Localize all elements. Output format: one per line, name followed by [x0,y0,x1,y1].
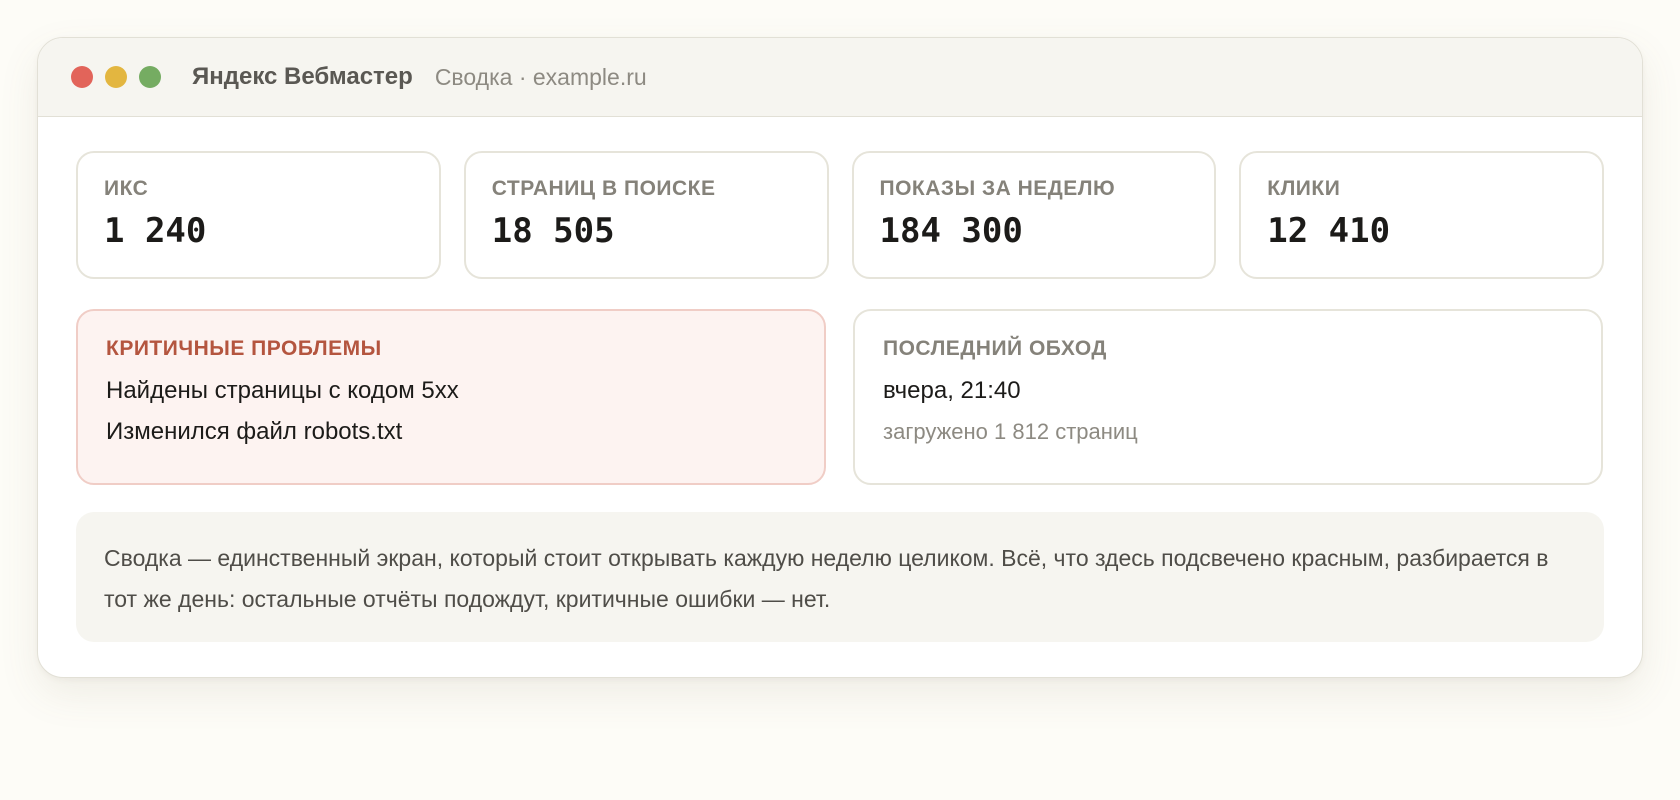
critical-issues-title: КРИТИЧНЫЕ ПРОБЛЕМЫ [106,337,382,360]
panels-row: КРИТИЧНЫЕ ПРОБЛЕМЫ Найдены страницы с ко… [76,309,1604,485]
stat-value: 18 505 [491,211,615,251]
title-bar: Яндекс Вебмастер Сводка · example.ru [38,38,1642,117]
stat-value: 1 240 [104,211,207,251]
stat-card-iks: ИКС 1 240 [76,151,441,279]
stat-label: ИКС [104,177,149,200]
stat-card-clicks: КЛИКИ 12 410 [1239,151,1604,279]
last-crawl-time: вчера, 21:40 [883,377,1021,404]
close-window-button[interactable] [71,66,93,88]
summary-note: Сводка — единственный экран, который сто… [76,512,1604,642]
last-crawl-panel: ПОСЛЕДНИЙ ОБХОД вчера, 21:40 загружено 1… [853,309,1603,485]
main-content: ИКС 1 240 СТРАНИЦ В ПОИСКЕ 18 505 ПОКАЗЫ… [38,117,1642,642]
stat-label: СТРАНИЦ В ПОИСКЕ [491,177,716,200]
stat-card-impressions: ПОКАЗЫ ЗА НЕДЕЛЮ 184 300 [851,151,1217,279]
minimize-window-button[interactable] [105,66,127,88]
stat-label: ПОКАЗЫ ЗА НЕДЕЛЮ [879,177,1116,200]
app-title: Яндекс Вебмастер [192,63,413,90]
critical-issues-panel: КРИТИЧНЫЕ ПРОБЛЕМЫ Найдены страницы с ко… [76,309,826,485]
page-subtitle: Сводка · example.ru [434,63,647,90]
critical-issue-item[interactable]: Найдены страницы с кодом 5xx [106,377,796,405]
stat-value: 12 410 [1267,211,1391,251]
last-crawl-title: ПОСЛЕДНИЙ ОБХОД [883,337,1107,360]
last-crawl-note: загружено 1 812 страниц [883,419,1138,444]
maximize-window-button[interactable] [139,66,161,88]
stat-card-pages-in-search: СТРАНИЦ В ПОИСКЕ 18 505 [463,151,829,279]
stat-label: КЛИКИ [1267,177,1341,200]
critical-issue-item[interactable]: Изменился файл robots.txt [106,418,796,446]
stats-row: ИКС 1 240 СТРАНИЦ В ПОИСКЕ 18 505 ПОКАЗЫ… [76,151,1604,279]
app-window: Яндекс Вебмастер Сводка · example.ru ИКС… [37,37,1643,678]
stat-value: 184 300 [879,211,1023,251]
